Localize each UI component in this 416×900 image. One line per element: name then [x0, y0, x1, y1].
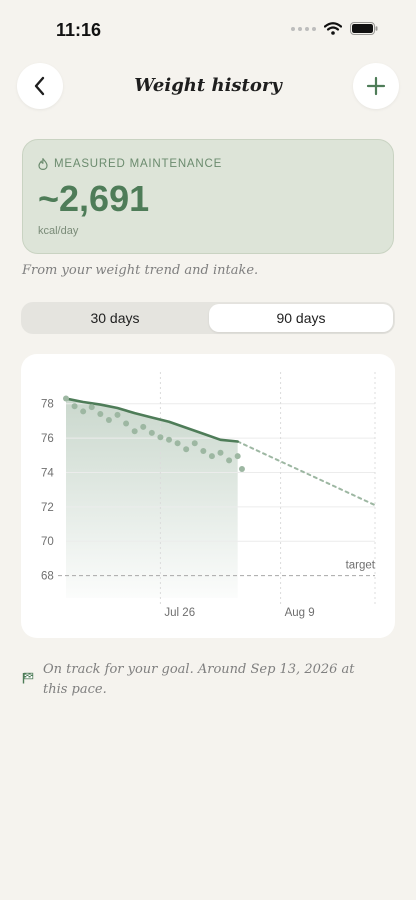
- weight-chart: 78 76 74 72 70 68 target Jul 26 Aug 9: [41, 372, 376, 619]
- target-label: target: [346, 560, 376, 572]
- weight-data-point: [63, 395, 69, 402]
- maintenance-unit: kcal/day: [38, 225, 79, 237]
- battery-icon: [350, 22, 378, 35]
- weight-data-point: [217, 449, 224, 456]
- plus-icon: [366, 76, 386, 96]
- weight-data-point: [80, 408, 87, 415]
- x-tick-label: Aug 9: [285, 607, 315, 619]
- weight-data-point: [208, 453, 215, 460]
- weight-data-point: [123, 420, 130, 427]
- weight-data-point: [191, 440, 198, 447]
- weight-data-point: [97, 411, 104, 418]
- weight-data-point: [131, 428, 138, 435]
- maintenance-label-row: MEASURED MAINTENANCE: [38, 158, 222, 170]
- status-bar: 11:16: [0, 0, 416, 60]
- goal-status-note: On track for your goal. Around Sep 13, 2…: [43, 662, 355, 697]
- weight-data-point: [166, 436, 172, 443]
- weight-data-point: [105, 417, 112, 424]
- flag-icon: [22, 672, 34, 684]
- weight-data-point: [174, 440, 181, 447]
- maintenance-value: ~2,691: [38, 178, 150, 219]
- weight-data-point: [183, 446, 190, 453]
- y-tick-label: 78: [41, 399, 54, 411]
- status-icons: [291, 22, 378, 35]
- flame-icon: [38, 158, 48, 170]
- y-tick-label: 68: [41, 571, 54, 583]
- weight-data-point: [200, 447, 207, 454]
- trend-area: [66, 398, 238, 598]
- weight-data-point: [157, 434, 164, 441]
- x-tick-label: Jul 26: [164, 607, 195, 619]
- weight-data-point: [71, 403, 78, 410]
- y-tick-label: 74: [41, 467, 54, 479]
- weight-data-point: [234, 453, 241, 460]
- y-tick-label: 70: [41, 536, 54, 548]
- y-tick-label: 76: [41, 433, 54, 445]
- weight-data-point: [140, 423, 147, 430]
- weight-data-point: [88, 404, 95, 411]
- trend-note: From your weight trend and intake.: [22, 263, 259, 278]
- y-tick-label: 72: [41, 502, 54, 514]
- maintenance-card: MEASURED MAINTENANCE ~2,691 kcal/day: [22, 139, 394, 254]
- weight-data-point: [226, 457, 233, 464]
- weight-data-point: [148, 429, 155, 436]
- projection-line: [236, 440, 376, 507]
- add-entry-button[interactable]: [353, 63, 399, 109]
- wifi-icon: [324, 22, 342, 35]
- status-time: 11:16: [56, 20, 102, 40]
- range-90-days-button[interactable]: 90 days: [209, 304, 393, 332]
- maintenance-label: MEASURED MAINTENANCE: [54, 158, 223, 170]
- range-30-days-button[interactable]: 30 days: [23, 304, 207, 332]
- signal-dots-icon: [291, 26, 316, 31]
- range-selector: 30 days 90 days: [21, 302, 395, 334]
- weight-data-point: [114, 411, 121, 418]
- weight-data-point: [238, 466, 245, 473]
- weight-chart-card: 78 76 74 72 70 68 target Jul 26 Aug 9: [21, 354, 395, 638]
